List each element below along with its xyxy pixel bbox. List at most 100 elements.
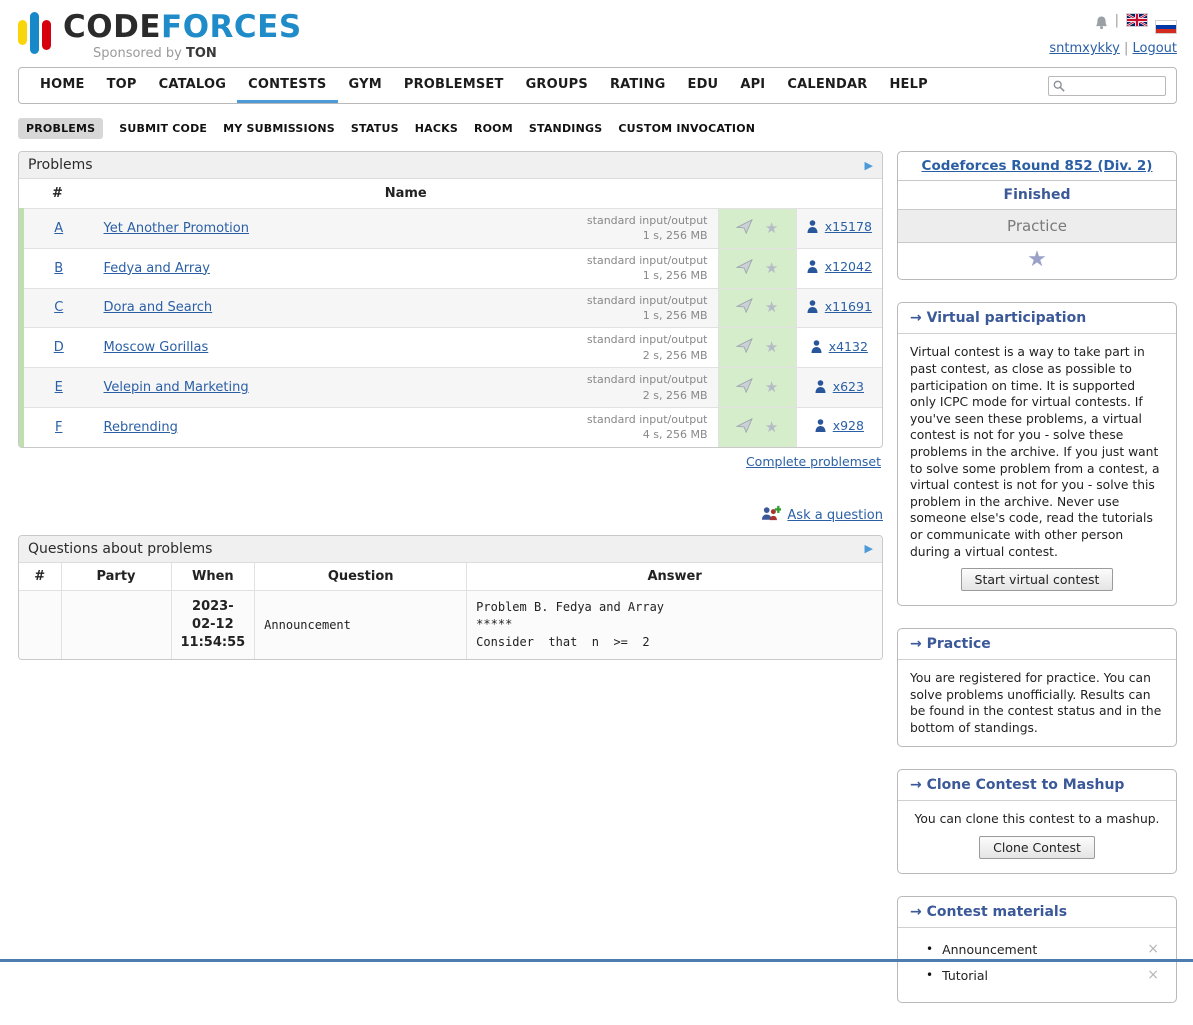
star-icon[interactable]: ★ — [765, 378, 778, 396]
clone-mashup-text: You can clone this contest to a mashup. — [915, 812, 1160, 826]
ru-flag-icon[interactable] — [1155, 20, 1177, 34]
problem-name-link[interactable]: Velepin and Marketing — [104, 380, 249, 395]
nav-item-problemset[interactable]: PROBLEMSET — [393, 68, 515, 103]
material-announcement-link[interactable]: Announcement — [942, 942, 1142, 957]
problem-row: A Yet Another Promotion standard input/o… — [22, 209, 883, 249]
practice-title: → Practice — [898, 629, 1176, 660]
problems-header-row: # Name — [22, 179, 883, 209]
problem-name-link[interactable]: Moscow Gorillas — [104, 340, 209, 355]
col-question-number: # — [19, 563, 61, 591]
solved-count-link[interactable]: x928 — [833, 418, 864, 433]
nav-item-calendar[interactable]: CALENDAR — [776, 68, 878, 103]
problem-name-link[interactable]: Rebrending — [104, 420, 178, 435]
person-icon — [815, 382, 826, 397]
codeforces-logo[interactable]: CODEFORCES Sponsored by TON — [18, 12, 302, 61]
bell-icon[interactable] — [1095, 15, 1108, 34]
problem-letter-link[interactable]: C — [54, 300, 63, 315]
virtual-participation-box: → Virtual participation Virtual contest … — [897, 302, 1177, 606]
solved-count-link[interactable]: x11691 — [825, 299, 872, 314]
problem-name-link[interactable]: Yet Another Promotion — [104, 221, 249, 236]
username-link[interactable]: sntmxykky — [1049, 41, 1119, 56]
problem-letter-link[interactable]: D — [54, 340, 64, 355]
search-input[interactable] — [1069, 79, 1161, 93]
uk-flag-icon[interactable] — [1126, 13, 1148, 27]
col-when: When — [171, 563, 255, 591]
star-icon[interactable]: ★ — [765, 219, 778, 237]
contest-info-box: Codeforces Round 852 (Div. 2) Finished P… — [897, 151, 1177, 280]
tab-custom-invocation[interactable]: CUSTOM INVOCATION — [618, 122, 755, 135]
paper-plane-icon[interactable] — [736, 223, 753, 238]
star-icon[interactable]: ★ — [765, 338, 778, 356]
problem-row: B Fedya and Array standard input/output1… — [22, 248, 883, 288]
nav-item-edu[interactable]: EDU — [676, 68, 729, 103]
ask-question-link[interactable]: Ask a question — [787, 508, 883, 523]
solved-count-link[interactable]: x12042 — [825, 259, 872, 274]
star-icon[interactable]: ★ — [765, 418, 778, 436]
paper-plane-icon[interactable] — [736, 382, 753, 397]
person-icon — [807, 262, 818, 277]
question-answer: Problem B. Fedya and Array ***** Conside… — [467, 590, 882, 659]
favourite-star-icon[interactable]: ★ — [898, 243, 1176, 279]
questions-header-row: # Party When Question Answer — [19, 563, 882, 591]
left-column: Problems ▶ # Name A Yet Another Promotio… — [18, 151, 883, 660]
contest-status: Finished — [898, 181, 1176, 210]
nav-item-api[interactable]: API — [729, 68, 776, 103]
start-virtual-contest-button[interactable]: Start virtual contest — [961, 568, 1114, 591]
problem-letter-link[interactable]: B — [54, 261, 63, 276]
question-number — [19, 590, 61, 659]
paper-plane-icon[interactable] — [736, 342, 753, 357]
close-icon[interactable]: × — [1142, 941, 1164, 957]
logo-text: CODEFORCES — [63, 12, 302, 43]
star-icon[interactable]: ★ — [765, 259, 778, 277]
solved-count-link[interactable]: x623 — [833, 379, 864, 394]
col-number: # — [22, 179, 94, 209]
problem-name-link[interactable]: Fedya and Array — [104, 261, 210, 276]
question-text: Announcement — [255, 590, 467, 659]
expand-arrow-icon[interactable]: ▶ — [865, 159, 873, 172]
tab-my-submissions[interactable]: MY SUBMISSIONS — [223, 122, 335, 135]
nav-item-groups[interactable]: GROUPS — [515, 68, 599, 103]
nav-item-gym[interactable]: GYM — [338, 68, 393, 103]
solved-count-link[interactable]: x15178 — [825, 219, 872, 234]
tab-standings[interactable]: STANDINGS — [529, 122, 602, 135]
person-icon — [807, 302, 818, 317]
problem-letter-link[interactable]: A — [54, 221, 63, 236]
ask-question-icon — [761, 505, 781, 526]
paper-plane-icon[interactable] — [736, 302, 753, 317]
problem-row: F Rebrending standard input/output4 s, 2… — [22, 407, 883, 446]
logout-link[interactable]: Logout — [1132, 41, 1177, 56]
virtual-participation-text: Virtual contest is a way to take part in… — [910, 345, 1160, 558]
tab-hacks[interactable]: HACKS — [415, 122, 458, 135]
nav-item-rating[interactable]: RATING — [599, 68, 677, 103]
clone-contest-button[interactable]: Clone Contest — [979, 836, 1095, 859]
header: CODEFORCES Sponsored by TON | — [0, 0, 1193, 65]
nav-item-catalog[interactable]: CATALOG — [148, 68, 237, 103]
problem-name-link[interactable]: Dora and Search — [104, 300, 213, 315]
material-tutorial-link[interactable]: Tutorial — [942, 968, 1142, 983]
question-party — [61, 590, 171, 659]
star-icon[interactable]: ★ — [765, 298, 778, 316]
paper-plane-icon[interactable] — [736, 263, 753, 278]
solved-count-link[interactable]: x4132 — [829, 339, 868, 354]
nav-item-help[interactable]: HELP — [878, 68, 938, 103]
bullet-icon: • — [926, 968, 933, 982]
tab-submit-code[interactable]: SUBMIT CODE — [119, 122, 207, 135]
tab-room[interactable]: ROOM — [474, 122, 513, 135]
expand-arrow-icon[interactable]: ▶ — [865, 542, 873, 555]
nav-item-contests[interactable]: CONTESTS — [237, 68, 337, 103]
nav-item-home[interactable]: HOME — [29, 68, 96, 103]
ask-question-row: Ask a question — [18, 505, 883, 526]
problem-letter-link[interactable]: E — [55, 380, 63, 395]
problem-letter-link[interactable]: F — [55, 420, 62, 435]
close-icon[interactable]: × — [1142, 967, 1164, 983]
paper-plane-icon[interactable] — [736, 422, 753, 437]
contest-title-link[interactable]: Codeforces Round 852 (Div. 2) — [922, 158, 1153, 174]
user-row: sntmxykky | Logout — [1049, 41, 1177, 56]
problem-constraints: standard input/output4 s, 256 MB — [587, 412, 708, 443]
search-box[interactable] — [1048, 76, 1166, 96]
problems-table: Problems ▶ # Name A Yet Another Promotio… — [18, 151, 883, 448]
tab-problems[interactable]: PROBLEMS — [18, 118, 103, 139]
complete-problemset-link[interactable]: Complete problemset — [746, 454, 881, 469]
tab-status[interactable]: STATUS — [351, 122, 399, 135]
nav-item-top[interactable]: TOP — [96, 68, 148, 103]
